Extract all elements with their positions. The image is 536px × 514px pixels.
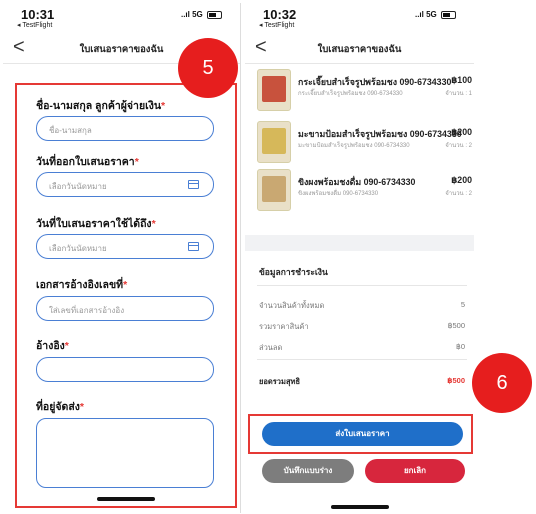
quotation-form: ชื่อ-นามสกุล ลูกค้าผู้จ่ายเงิน* ชื่อ-นาม… bbox=[15, 83, 237, 508]
issue-date-picker[interactable]: เลือกวันนัดหมาย bbox=[36, 172, 214, 197]
reference-input[interactable] bbox=[36, 357, 214, 382]
signal-indicator: ..ıl 5G bbox=[415, 10, 456, 19]
nav-bar: < ใบเสนอราคาของฉัน bbox=[245, 33, 474, 64]
product-subtitle: กระเจี๊ยบสำเร็จรูปพร้อมชง 090-6734330 bbox=[298, 91, 403, 97]
status-bar: 10:32 ◂ TestFlight ..ıl 5G bbox=[245, 3, 474, 33]
product-name: มะขามป้อมสำเร็จรูปพร้อมชง 090-6734330 bbox=[298, 129, 462, 139]
status-time: 10:32 bbox=[263, 7, 297, 22]
summary-row-subtotal: รวมราคาสินค้า ฿500 bbox=[259, 321, 465, 331]
divider bbox=[257, 285, 467, 286]
summary-row-item-count: จำนวนสินค้าทั้งหมด 5 bbox=[259, 300, 465, 310]
product-subtitle: ขิงผงพร้อมชงดื่ม 090-6734330 bbox=[298, 191, 379, 197]
status-time: 10:31 bbox=[21, 7, 55, 22]
payment-info-title: ข้อมูลการชำระเงิน bbox=[259, 267, 328, 277]
product-thumbnail bbox=[257, 69, 291, 111]
product-thumbnail bbox=[257, 121, 291, 163]
reference-doc-input[interactable]: ใส่เลขที่เอกสารอ้างอิง bbox=[36, 296, 214, 321]
product-price: ฿100 bbox=[451, 75, 472, 85]
shipping-address-label: ที่อยู่จัดส่ง* bbox=[36, 401, 84, 413]
battery-icon bbox=[441, 10, 456, 19]
product-subtitle: มะขามป้อมสำเร็จรูปพร้อมชง 090-6734330 bbox=[298, 143, 410, 149]
home-indicator bbox=[97, 497, 155, 501]
customer-name-input[interactable]: ชื่อ-นามสกุล bbox=[36, 116, 214, 141]
signal-indicator: ..ıl 5G bbox=[181, 10, 222, 19]
testflight-back-link[interactable]: ◂ TestFlight bbox=[17, 21, 52, 29]
testflight-back-link[interactable]: ◂ TestFlight bbox=[259, 21, 294, 29]
customer-name-label: ชื่อ-นามสกุล ลูกค้าผู้จ่ายเงิน* bbox=[36, 100, 166, 112]
cancel-button[interactable]: ยกเลิก bbox=[365, 459, 465, 483]
summary-row-discount: ส่วนลด ฿0 bbox=[259, 342, 465, 352]
product-quantity: จำนวน : 2 bbox=[445, 143, 472, 149]
shipping-address-textarea[interactable] bbox=[36, 418, 214, 488]
status-bar: 10:31 ◂ TestFlight ..ıl 5G bbox=[3, 3, 240, 33]
product-name: ขิงผงพร้อมชงดื่ม 090-6734330 bbox=[298, 177, 416, 187]
issue-date-label: วันที่ออกใบเสนอราคา* bbox=[36, 156, 139, 168]
send-quotation-button[interactable]: ส่งใบเสนอราคา bbox=[262, 422, 463, 446]
product-item[interactable]: กระเจี๊ยบสำเร็จรูปพร้อมชง 090-6734330 ฿1… bbox=[257, 69, 472, 115]
page-title: ใบเสนอราคาของฉัน bbox=[317, 44, 402, 55]
reference-label: อ้างอิง* bbox=[36, 340, 69, 352]
save-draft-button[interactable]: บันทึกแบบร่าง bbox=[262, 459, 354, 483]
home-indicator bbox=[331, 505, 389, 509]
section-separator bbox=[245, 235, 474, 251]
product-price: ฿200 bbox=[451, 127, 472, 137]
product-quantity: จำนวน : 1 bbox=[445, 91, 472, 97]
reference-doc-label: เอกสารอ้างอิงเลขที่* bbox=[36, 279, 128, 291]
step-badge-5: 5 bbox=[178, 38, 238, 98]
calendar-icon[interactable] bbox=[188, 242, 199, 251]
product-thumbnail bbox=[257, 169, 291, 211]
product-quantity: จำนวน : 2 bbox=[445, 191, 472, 197]
product-name: กระเจี๊ยบสำเร็จรูปพร้อมชง 090-6734330 bbox=[298, 77, 452, 87]
battery-icon bbox=[207, 10, 222, 19]
valid-until-label: วันที่ใบเสนอราคาใช้ได้ถึง* bbox=[36, 218, 156, 230]
product-item[interactable]: มะขามป้อมสำเร็จรูปพร้อมชง 090-6734330 ฿2… bbox=[257, 121, 472, 167]
send-button-highlight: ส่งใบเสนอราคา bbox=[248, 414, 473, 454]
summary-row-total: ยอดรวมสุทธิ ฿500 bbox=[259, 376, 465, 386]
step-badge-6: 6 bbox=[472, 353, 532, 413]
valid-until-picker[interactable]: เลือกวันนัดหมาย bbox=[36, 234, 214, 259]
product-item[interactable]: ขิงผงพร้อมชงดื่ม 090-6734330 ฿200 ขิงผงพ… bbox=[257, 169, 472, 215]
product-price: ฿200 bbox=[451, 175, 472, 185]
calendar-icon[interactable] bbox=[188, 180, 199, 189]
divider bbox=[257, 359, 467, 360]
